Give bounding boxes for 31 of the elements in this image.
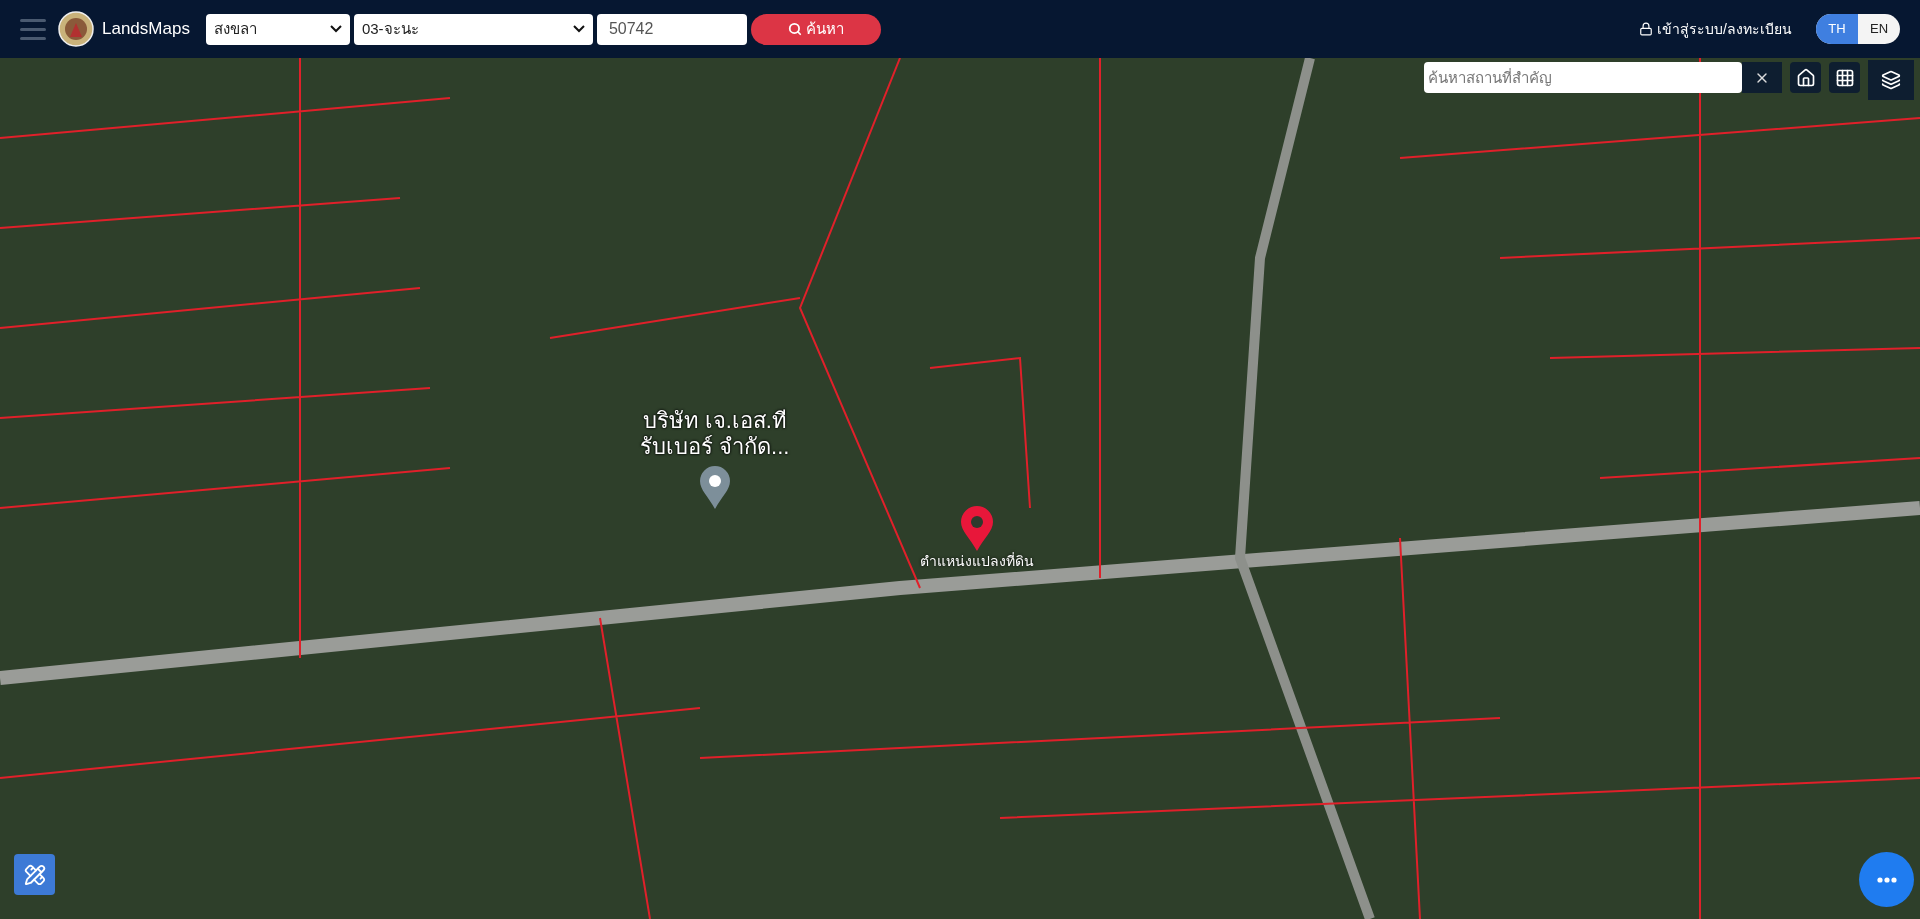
chevron-icon [572, 25, 585, 33]
home-button[interactable] [1790, 62, 1821, 93]
home-icon [1795, 67, 1816, 88]
language-option[interactable]: EN [1858, 14, 1900, 44]
menu-button[interactable] [20, 18, 46, 40]
parcel-number-field[interactable]: 50742 [596, 13, 747, 45]
lock-icon [1639, 22, 1654, 36]
more-button[interactable] [1859, 852, 1914, 907]
place-label: รับเบอร์ จำกัด... [640, 434, 790, 460]
district-select[interactable]: 03-จะนะ [353, 13, 593, 45]
language-option[interactable]: TH [1816, 14, 1858, 44]
parcel-label: ตำแหน่งแปลงที่ดิน [920, 552, 1034, 570]
emblem-logo-icon [58, 11, 94, 47]
province-select[interactable]: สงขลา [205, 13, 350, 45]
map-pin-icon [959, 504, 995, 552]
map-pin-icon [697, 464, 732, 510]
place-search-field[interactable]: ค้นหาสถานที่สำคัญ [1424, 62, 1742, 93]
pencil-ruler-icon [23, 863, 46, 886]
search-button[interactable]: ค้นหา [750, 13, 881, 45]
login-link[interactable]: เข้าสู่ระบบ/ลงทะเบียน [1657, 18, 1792, 40]
search-icon [787, 22, 802, 36]
more-icon [1876, 876, 1897, 883]
place-label: บริษัท เจ.เอส.ที [642, 408, 787, 434]
chevron-icon [329, 25, 342, 33]
brand-name: LandsMaps [102, 18, 190, 41]
clear-button[interactable] [1742, 62, 1782, 93]
grid-icon [1834, 67, 1855, 88]
layers-icon [1881, 70, 1901, 90]
measure-tool-button[interactable] [14, 854, 55, 895]
grid-button[interactable] [1829, 62, 1860, 93]
layers-button[interactable] [1868, 60, 1914, 100]
